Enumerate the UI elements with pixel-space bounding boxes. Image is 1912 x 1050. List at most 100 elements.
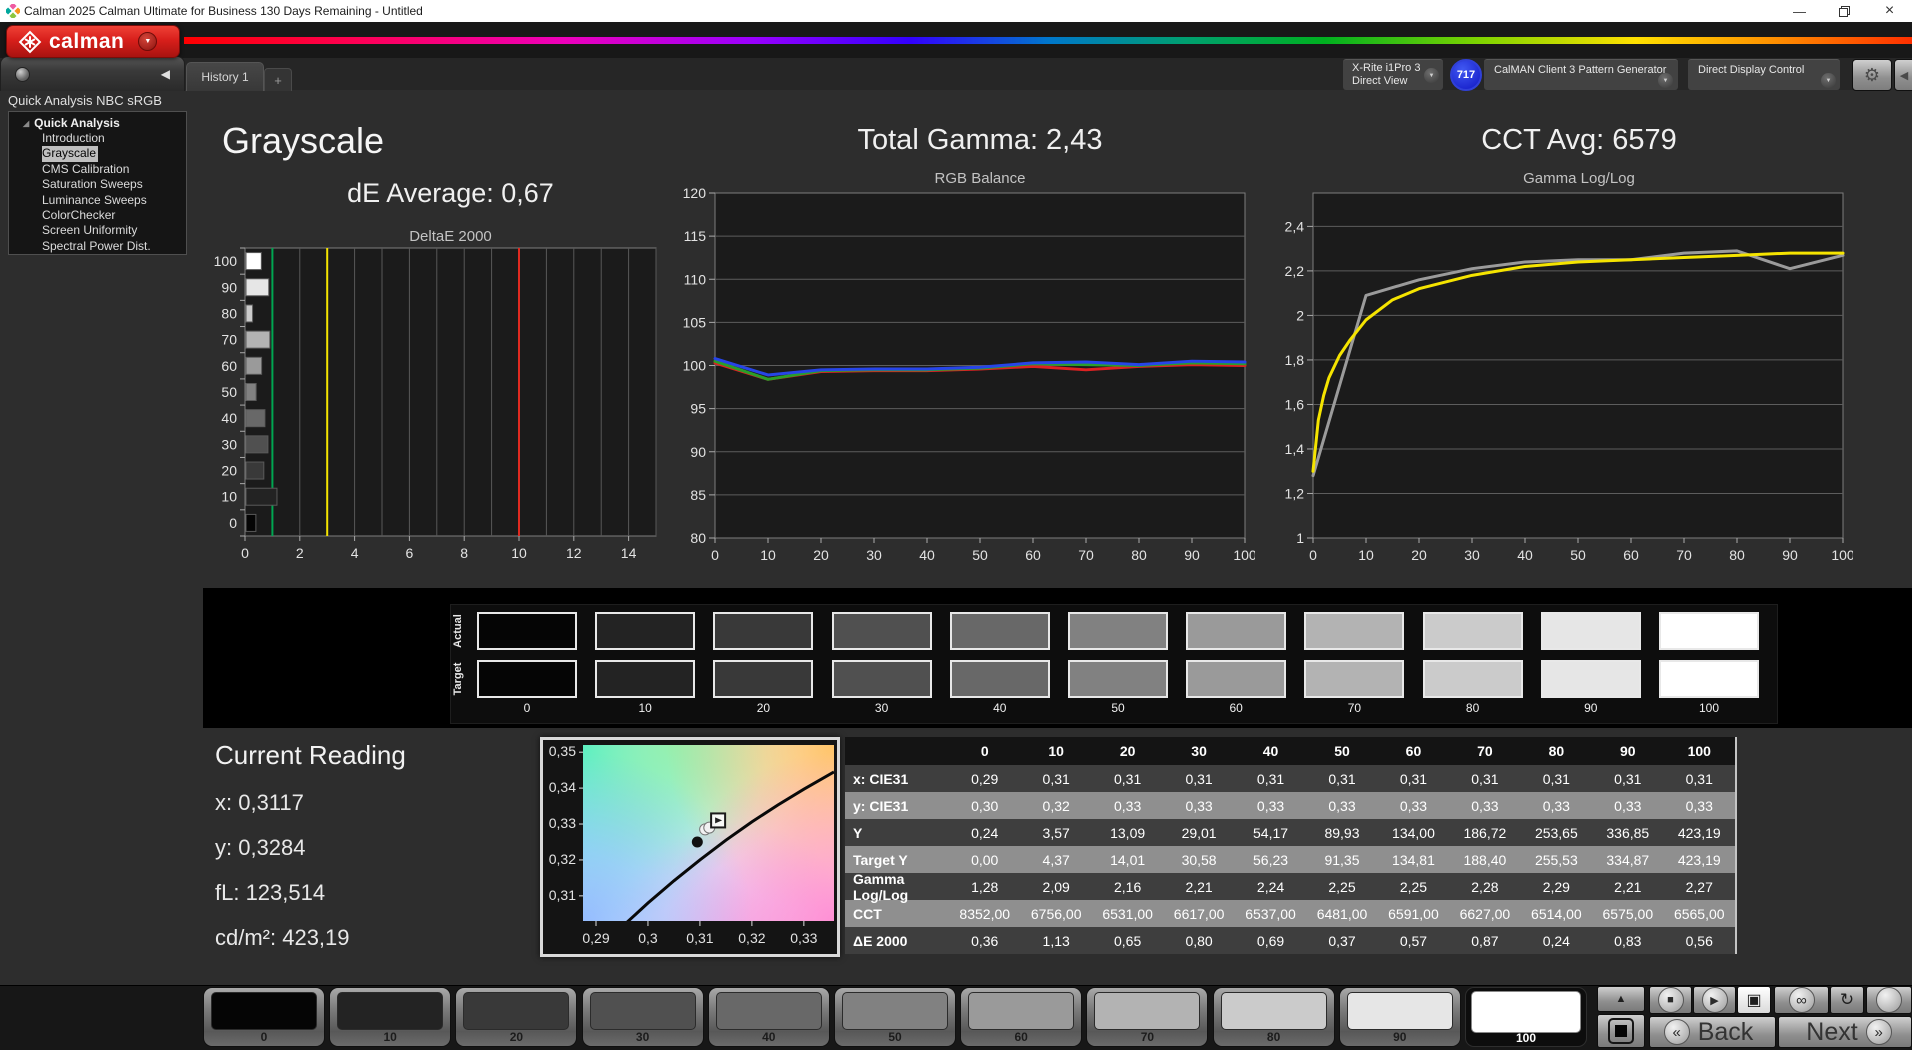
back-button[interactable]: « Back (1649, 1016, 1776, 1048)
table-cell: 423,19 (1664, 846, 1735, 873)
meter-selector[interactable]: X-Rite i1Pro 3 Direct View ▼ (1343, 59, 1443, 90)
deltae-bar-70 (246, 331, 270, 348)
tree-root-quick-analysis[interactable]: ◢ Quick Analysis (9, 112, 186, 131)
svg-text:14: 14 (621, 545, 637, 560)
meter-dropdown-icon[interactable]: ▼ (1424, 68, 1439, 83)
sidebar-item-colorchecker[interactable]: ColorChecker (42, 208, 117, 223)
table-cell: 2,09 (1020, 873, 1091, 900)
patch-button-50[interactable]: 50 (834, 987, 956, 1047)
table-column-header: 50 (1306, 737, 1377, 765)
svg-text:8: 8 (460, 545, 468, 560)
collapse-sidebar-icon[interactable]: ◀ (161, 67, 170, 81)
table-cell: 0,29 (949, 765, 1020, 792)
sidebar-item-introduction[interactable]: Introduction (42, 131, 107, 146)
tab-history-1[interactable]: History 1 (186, 62, 264, 91)
svg-text:6: 6 (406, 545, 414, 560)
pattern-window-toggle-button[interactable] (1597, 1014, 1645, 1048)
patch-button-20[interactable]: 20 (455, 987, 577, 1047)
table-cell: 56,23 (1235, 846, 1306, 873)
patch-button-80[interactable]: 80 (1213, 987, 1335, 1047)
next-chevron-icon: » (1866, 1019, 1892, 1045)
display-control-selector[interactable]: Direct Display Control ▼ (1688, 59, 1840, 90)
stop-button[interactable]: ■ (1649, 986, 1692, 1014)
svg-text:40: 40 (1517, 547, 1533, 561)
table-row: Y0,243,5713,0929,0154,1789,93134,00186,7… (845, 819, 1735, 846)
display-control-dropdown-icon[interactable]: ▼ (1821, 73, 1836, 88)
patch-button-90[interactable]: 90 (1339, 987, 1461, 1047)
svg-text:0,32: 0,32 (738, 930, 765, 946)
row-label-x-cie31: x: CIE31 (845, 765, 949, 792)
pattern-generator-dropdown-icon[interactable]: ▼ (1658, 73, 1673, 88)
sidebar-item-grayscale[interactable]: Grayscale (42, 146, 98, 161)
patch-button-40[interactable]: 40 (708, 987, 830, 1047)
pattern-generator-accent (1484, 60, 1489, 90)
table-cell: 0,69 (1235, 927, 1306, 954)
target-point (692, 836, 703, 847)
actual-swatch-30 (832, 612, 932, 650)
table-row: ΔE 20000,361,130,650,800,690,370,570,870… (845, 927, 1735, 954)
patch-button-0[interactable]: 0 (203, 987, 325, 1047)
table-cell: 0,33 (1449, 792, 1520, 819)
reading-cdm2: cd/m²: 423,19 (215, 925, 350, 951)
refresh-button[interactable]: ↻ (1830, 986, 1864, 1014)
sidebar-item-screen-uniformity[interactable]: Screen Uniformity (42, 223, 139, 238)
actual-swatch-0 (477, 612, 577, 650)
patch-label: 30 (583, 1030, 703, 1044)
svg-text:30: 30 (221, 436, 237, 452)
svg-text:2: 2 (1296, 307, 1304, 323)
table-cell: 6627,00 (1449, 900, 1520, 927)
sidebar-item-luminance-sweeps[interactable]: Luminance Sweeps (42, 193, 149, 208)
sidebar-item-cms-calibration[interactable]: CMS Calibration (42, 162, 131, 177)
svg-text:60: 60 (221, 358, 237, 374)
table-cell: 0,56 (1664, 927, 1735, 954)
settings-button[interactable]: ⚙ (1852, 59, 1892, 91)
logo-dropdown-icon[interactable]: ▼ (138, 32, 157, 51)
patch-panel-expand-button[interactable]: ▲ (1597, 986, 1645, 1012)
table-cell: 0,37 (1306, 927, 1377, 954)
sidebar-item-spectral-power-dist[interactable]: Spectral Power Dist. (42, 239, 153, 254)
actual-swatch-70 (1304, 612, 1404, 650)
table-cell: 0,31 (1306, 765, 1377, 792)
calman-menu-button[interactable]: calman ▼ (6, 25, 180, 58)
svg-text:90: 90 (1782, 547, 1798, 561)
table-cell: 6481,00 (1306, 900, 1377, 927)
patch-button-10[interactable]: 10 (329, 987, 451, 1047)
close-button[interactable]: × (1867, 0, 1912, 22)
table-row: Gamma Log/Log1,282,092,162,212,242,252,2… (845, 873, 1735, 900)
collapse-panel-button[interactable]: ◀ (1894, 59, 1912, 91)
svg-text:2,2: 2,2 (1285, 263, 1305, 279)
deltae-bar-40 (246, 410, 265, 427)
minimize-button[interactable]: — (1777, 0, 1822, 22)
deltae-bar-20 (246, 462, 264, 479)
table-column-header: 20 (1092, 737, 1163, 765)
table-cell: 2,27 (1664, 873, 1735, 900)
sidebar-header-tab[interactable]: ◀ (0, 56, 185, 91)
record-button[interactable] (1866, 986, 1912, 1014)
svg-text:10: 10 (221, 489, 237, 505)
patch-button-30[interactable]: 30 (582, 987, 704, 1047)
play-button[interactable]: ▶ (1693, 986, 1736, 1014)
pattern-generator-selector[interactable]: CalMAN Client 3 Pattern Generator ▼ (1484, 59, 1678, 90)
pattern-mode-button[interactable]: ▣ (1737, 986, 1771, 1014)
svg-text:1,2: 1,2 (1285, 485, 1305, 501)
patch-button-100[interactable]: 100 (1465, 987, 1587, 1047)
back-label: Back (1698, 1018, 1754, 1047)
svg-text:40: 40 (221, 410, 237, 426)
svg-text:30: 30 (1464, 547, 1480, 561)
patch-button-70[interactable]: 70 (1086, 987, 1208, 1047)
cct-average: CCT Avg: 6579 (1313, 124, 1845, 157)
restore-button[interactable] (1822, 0, 1867, 22)
table-row: y: CIE310,300,320,330,330,330,330,330,33… (845, 792, 1735, 819)
deltae-bar-30 (246, 436, 268, 453)
sidebar-item-saturation-sweeps[interactable]: Saturation Sweeps (42, 177, 145, 192)
next-button[interactable]: Next » (1778, 1016, 1912, 1048)
table-column-header: 10 (1020, 737, 1091, 765)
svg-text:0,34: 0,34 (549, 779, 576, 795)
patch-button-60[interactable]: 60 (960, 987, 1082, 1047)
table-cell: 0,30 (949, 792, 1020, 819)
row-label-target-y: Target Y (845, 846, 949, 873)
table-cell: 2,29 (1521, 873, 1592, 900)
add-tab-button[interactable]: + (264, 68, 292, 91)
svg-text:100: 100 (1831, 547, 1853, 561)
loop-button[interactable]: ∞ (1774, 986, 1829, 1014)
